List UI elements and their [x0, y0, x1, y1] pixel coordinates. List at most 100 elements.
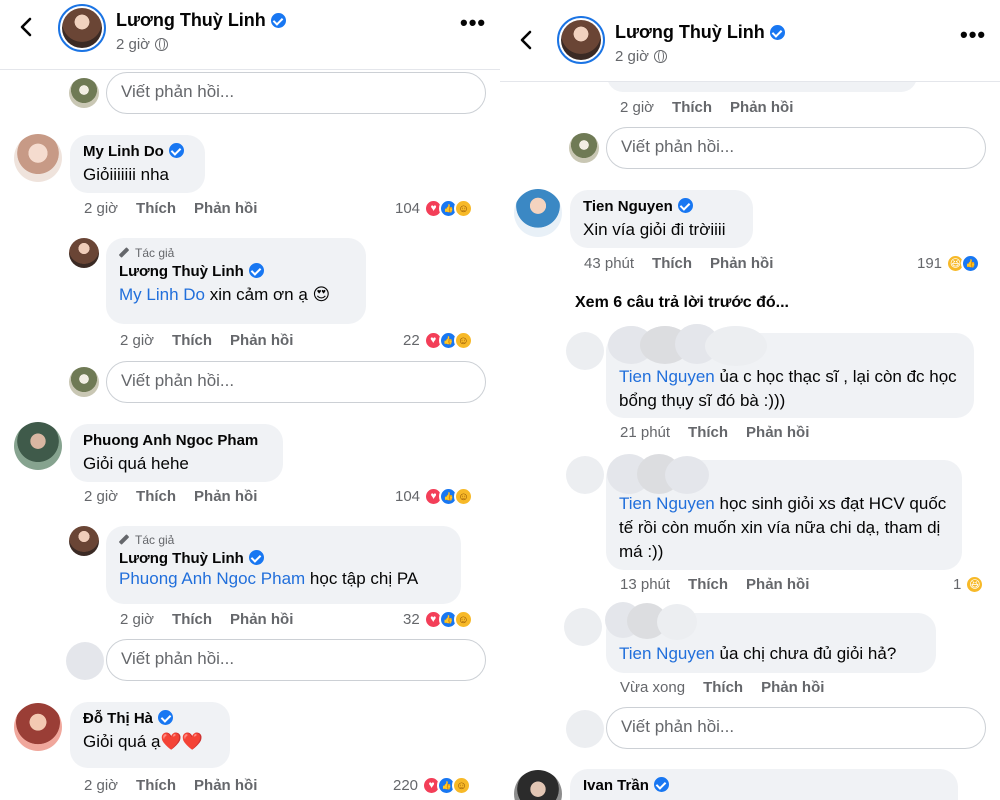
pen-icon — [119, 247, 131, 259]
reply-button[interactable]: Phản hồi — [730, 99, 793, 116]
left-screenshot: Lương Thuỳ Linh 2 giờ ••• Viết phản hồi.… — [0, 0, 500, 800]
like-button[interactable]: Thích — [703, 679, 743, 696]
verified-icon — [270, 13, 286, 28]
author-reply-avatar[interactable] — [69, 526, 99, 556]
author-reply-avatar[interactable] — [69, 238, 99, 268]
reply-button[interactable]: Phản hồi — [230, 332, 293, 349]
commenter-name[interactable]: Lương Thuỳ Linh — [119, 263, 353, 280]
view-previous-replies[interactable]: Xem 6 câu trả lời trước đó... — [575, 294, 789, 312]
reactions[interactable]: 104 — [395, 487, 474, 506]
mention-link[interactable]: My Linh Do — [119, 285, 205, 304]
reply-text: Tien Nguyen học sinh giỏi xs đạt HCV quố… — [619, 494, 947, 561]
reply-button[interactable]: Phản hồi — [194, 488, 257, 505]
reactions[interactable]: 191 — [917, 254, 981, 273]
like-button[interactable]: Thích — [136, 777, 176, 794]
mention-link[interactable]: Phuong Anh Ngoc Pham — [119, 569, 305, 588]
author-name[interactable]: Lương Thuỳ Linh — [116, 10, 286, 31]
reactions[interactable]: 104 — [395, 199, 474, 218]
more-dots-icon[interactable]: ••• — [960, 22, 986, 48]
reply-input[interactable]: Viết phản hồi... — [106, 72, 486, 114]
reply-button[interactable]: Phản hồi — [194, 777, 257, 794]
like-button[interactable]: Thích — [652, 255, 692, 272]
comment-time: 43 phút — [584, 255, 635, 272]
reactions[interactable]: 220 — [393, 776, 472, 795]
verified-icon — [677, 198, 693, 213]
care-reaction-icon — [453, 610, 473, 629]
commenter-name[interactable]: Tien Nguyen — [583, 198, 740, 215]
mention-link[interactable]: Tien Nguyen — [619, 494, 715, 513]
reply-bubble: Tác giả Lương Thuỳ Linh Phuong Anh Ngoc … — [106, 526, 461, 604]
reply-input[interactable]: Viết phản hồi... — [606, 707, 986, 749]
reply-text: Phuong Anh Ngoc Pham học tập chị PA — [119, 569, 419, 588]
reply-button[interactable]: Phản hồi — [746, 576, 809, 593]
comment-meta: 2 giờ Thích Phản hồi — [84, 488, 257, 505]
like-button[interactable]: Thích — [136, 488, 176, 505]
reply-button[interactable]: Phản hồi — [710, 255, 773, 272]
reply-input[interactable]: Viết phản hồi... — [106, 639, 486, 681]
comment-time: 2 giờ — [84, 488, 119, 505]
reply-input[interactable]: Viết phản hồi... — [606, 127, 986, 169]
post-time: 2 giờ — [615, 48, 668, 65]
comment-time: 2 giờ — [620, 99, 655, 116]
reply-meta: Vừa xong Thích Phản hồi — [620, 679, 824, 696]
comment-text: Giỏi quá hehe — [83, 454, 189, 473]
comment-bubble: Phuong Anh Ngoc Pham Giỏi quá hehe — [70, 424, 283, 482]
comment-time: 13 phút — [620, 576, 671, 593]
reply-text: Tien Nguyen ủa chị chưa đủ giỏi hả? — [619, 644, 897, 663]
more-dots-icon[interactable]: ••• — [460, 10, 486, 36]
care-reaction-icon — [454, 487, 474, 506]
reply-meta: 13 phút Thích Phản hồi — [620, 576, 809, 593]
reply-text: Tien Nguyen ủa c học thạc sĩ , lại còn đ… — [619, 367, 957, 410]
commenter-name[interactable]: My Linh Do — [83, 143, 192, 160]
like-button[interactable]: Thích — [688, 424, 728, 441]
like-button[interactable]: Thích — [136, 200, 176, 217]
author-label: Tác giả — [119, 246, 353, 260]
reactions[interactable]: 22 — [403, 331, 473, 350]
commenter-avatar[interactable] — [14, 422, 62, 470]
my-avatar — [569, 133, 599, 163]
commenter-avatar[interactable] — [514, 189, 562, 237]
replier-avatar[interactable] — [564, 608, 602, 646]
comment-time: 2 giờ — [84, 777, 119, 794]
commenter-name[interactable]: Đỗ Thị Hà — [83, 710, 217, 727]
reply-button[interactable]: Phản hồi — [230, 611, 293, 628]
reply-button[interactable]: Phản hồi — [746, 424, 809, 441]
author-avatar[interactable] — [58, 4, 106, 52]
like-button[interactable]: Thích — [172, 611, 212, 628]
globe-icon — [155, 38, 169, 51]
verified-icon — [769, 25, 785, 40]
comment-bubble: My Linh Do Giỏiiiiiii nha — [70, 135, 205, 193]
reply-input[interactable]: Viết phản hồi... — [106, 361, 486, 403]
reply-button[interactable]: Phản hồi — [761, 679, 824, 696]
commenter-name[interactable]: Ivan Trần — [583, 777, 945, 794]
like-button[interactable]: Thích — [688, 576, 728, 593]
comment-time: 2 giờ — [120, 332, 155, 349]
commenter-name[interactable]: Lương Thuỳ Linh — [119, 550, 448, 567]
replier-avatar[interactable] — [566, 332, 604, 370]
commenter-avatar[interactable] — [14, 134, 62, 182]
like-button[interactable]: Thích — [172, 332, 212, 349]
haha-reaction-icon — [965, 575, 985, 594]
commenter-avatar[interactable] — [14, 703, 62, 751]
author-name[interactable]: Lương Thuỳ Linh — [615, 22, 785, 43]
comment-text: Xin vía giỏi đi trờiiii — [583, 220, 726, 239]
replier-avatar[interactable] — [566, 456, 604, 494]
my-avatar — [69, 367, 99, 397]
author-avatar[interactable] — [557, 16, 605, 64]
back-arrow-icon[interactable] — [516, 29, 538, 51]
mention-link[interactable]: Tien Nguyen — [619, 367, 715, 386]
right-screenshot: Lương Thuỳ Linh 2 giờ ••• 2 giờ Thích Ph… — [500, 0, 1000, 800]
back-arrow-icon[interactable] — [16, 16, 38, 38]
my-avatar — [66, 642, 104, 680]
reactions[interactable]: 1 — [953, 575, 985, 594]
commenter-name[interactable]: Phuong Anh Ngoc Pham — [83, 432, 270, 449]
reply-button[interactable]: Phản hồi — [194, 200, 257, 217]
verified-icon — [653, 777, 669, 792]
commenter-avatar[interactable] — [514, 770, 562, 800]
reply-meta: 2 giờ Thích Phản hồi — [120, 611, 293, 628]
reactions[interactable]: 32 — [403, 610, 473, 629]
verified-icon — [248, 263, 264, 278]
mention-link[interactable]: Tien Nguyen — [619, 644, 715, 663]
like-button[interactable]: Thích — [672, 99, 712, 116]
reply-bubble: Tác giả Lương Thuỳ Linh My Linh Do xin c… — [106, 238, 366, 324]
